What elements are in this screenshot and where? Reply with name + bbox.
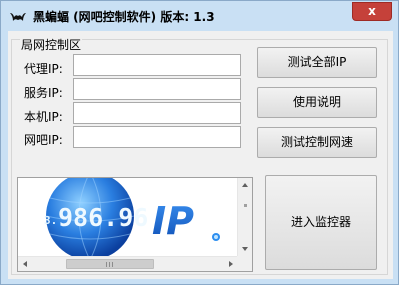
ad-banner-image: 3. 986.96 IP <box>18 178 239 258</box>
test-speed-button[interactable]: 测试控制网速 <box>257 127 377 158</box>
test-all-ip-button[interactable]: 测试全部IP <box>257 47 377 78</box>
proxy-ip-input[interactable] <box>73 54 241 76</box>
thumb-grip <box>112 262 113 267</box>
close-button[interactable]: x <box>352 2 392 21</box>
netcafe-ip-input[interactable] <box>73 126 241 148</box>
enter-monitor-button[interactable]: 进入监控器 <box>265 175 377 270</box>
svg-text:3.: 3. <box>44 214 57 227</box>
scroll-right-arrow-icon[interactable] <box>229 261 233 267</box>
thumb-grip <box>106 262 107 267</box>
app-window: 黑蝙蝠 (网吧控制软件) 版本: 1.3 x 局网控制区 代理IP: 服务IP:… <box>0 0 399 285</box>
help-button[interactable]: 使用说明 <box>257 87 377 118</box>
scroll-dot <box>244 204 247 207</box>
scroll-up-arrow-icon[interactable] <box>242 183 248 187</box>
local-ip-label: 本机IP: <box>24 110 63 124</box>
group-title: 局网控制区 <box>20 38 83 52</box>
title-bar[interactable]: 黑蝙蝠 (网吧控制软件) 版本: 1.3 x <box>1 1 398 31</box>
thumb-grip <box>109 262 110 267</box>
vertical-scrollbar[interactable] <box>237 178 252 257</box>
proxy-ip-label: 代理IP: <box>24 62 63 76</box>
local-ip-input[interactable] <box>73 102 241 124</box>
scroll-down-arrow-icon[interactable] <box>242 247 248 251</box>
ad-ip-word: IP <box>152 199 194 243</box>
horizontal-scrollbar[interactable] <box>18 256 239 271</box>
bat-logo-icon <box>10 13 26 21</box>
netcafe-ip-label: 网吧IP: <box>24 133 63 147</box>
ad-ip-number: 986.96 <box>58 203 148 232</box>
horizontal-scroll-thumb[interactable] <box>66 259 154 269</box>
client-area: 局网控制区 代理IP: 服务IP: 本机IP: 网吧IP: 测试全部IP 使用说… <box>8 31 393 279</box>
server-ip-label: 服务IP: <box>24 86 63 100</box>
window-title: 黑蝙蝠 (网吧控制软件) 版本: 1.3 <box>33 10 215 24</box>
ad-banner-panel: 3. 986.96 IP <box>17 177 253 272</box>
scrollbar-corner <box>237 256 252 271</box>
server-ip-input[interactable] <box>73 78 241 100</box>
scroll-left-arrow-icon[interactable] <box>23 261 27 267</box>
close-icon: x <box>368 4 376 18</box>
